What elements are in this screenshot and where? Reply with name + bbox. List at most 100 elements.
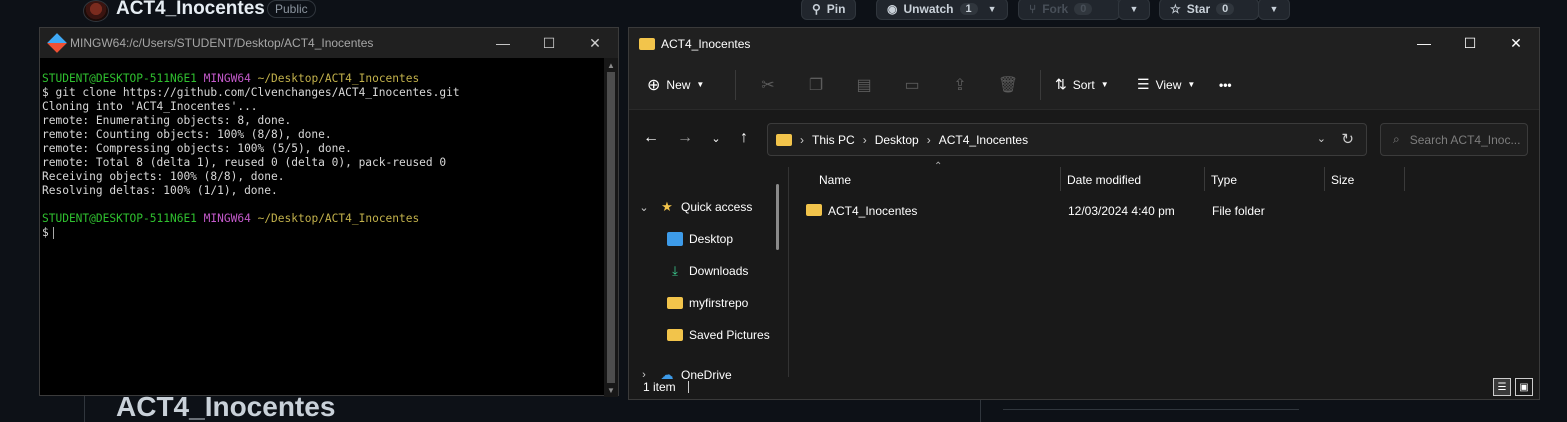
sidebar-item-saved-pictures[interactable]: Saved Pictures — [629, 319, 779, 351]
plus-circle-icon: ⊕ — [647, 76, 661, 94]
sidebar-item-downloads[interactable]: ⤓ Downloads — [629, 255, 779, 287]
maximize-icon: ☐ — [542, 34, 556, 51]
star-button[interactable]: ☆ Star 0 — [1159, 0, 1259, 20]
column-date-modified[interactable]: Date modified — [1067, 173, 1141, 187]
minimize-button[interactable]: — — [480, 28, 526, 58]
minimize-button[interactable]: — — [1401, 28, 1447, 58]
column-divider[interactable] — [1404, 167, 1405, 191]
details-view-button[interactable]: ☰ — [1493, 378, 1511, 396]
close-button[interactable]: ✕ — [1493, 28, 1539, 58]
terminal-window[interactable]: MINGW64:/c/Users/STUDENT/Desktop/ACT4_In… — [39, 27, 619, 397]
forward-button[interactable]: → — [675, 128, 695, 148]
desktop-icon — [667, 232, 683, 246]
scroll-down-icon[interactable]: ▼ — [604, 383, 618, 397]
column-divider[interactable] — [1324, 167, 1325, 191]
input-line[interactable]: $ — [42, 226, 606, 240]
explorer-window[interactable]: ACT4_Inocentes — ☐ ✕ ⊕ New ▼ ✂ ❐ ▤ ▭ ⇪ 🗑… — [628, 27, 1540, 400]
chevron-down-icon: ⌄ — [711, 132, 721, 145]
address-bar[interactable]: › This PC › Desktop › ACT4_Inocentes ⌄ ↻ — [767, 123, 1367, 156]
terminal-title: MINGW64:/c/Users/STUDENT/Desktop/ACT4_In… — [70, 36, 374, 50]
rename-icon: ▭ — [904, 76, 920, 94]
cut-button[interactable]: ✂ — [744, 70, 792, 100]
folder-icon — [667, 329, 683, 341]
paste-button[interactable]: ▤ — [840, 70, 888, 100]
view-button[interactable]: ☰ View ▼ — [1129, 70, 1219, 100]
sidebar-item-label: myfirstrepo — [689, 296, 749, 310]
sidebar-item-quick-access[interactable]: ⌄ ★ Quick access — [629, 191, 779, 223]
unwatch-label: Unwatch — [903, 2, 954, 16]
back-button[interactable]: ← — [641, 128, 661, 148]
folder-icon — [639, 38, 655, 50]
fork-dropdown-button[interactable]: ▼ — [1118, 0, 1150, 20]
scroll-up-icon[interactable]: ▲ — [604, 58, 618, 72]
sidebar-scrollbar[interactable] — [776, 184, 779, 250]
fork-count: 0 — [1074, 3, 1093, 15]
git-icon — [47, 33, 67, 53]
arrow-up-icon: ↑ — [740, 129, 748, 146]
search-placeholder: Search ACT4_Inoc... — [1409, 132, 1521, 147]
maximize-button[interactable]: ☐ — [526, 28, 572, 58]
terminal-titlebar[interactable]: MINGW64:/c/Users/STUDENT/Desktop/ACT4_In… — [40, 28, 618, 58]
up-button[interactable]: ↑ — [734, 128, 754, 148]
sort-ascending-icon: ⌃ — [934, 161, 943, 172]
divider — [980, 400, 981, 422]
see-more-button[interactable]: ••• — [1219, 70, 1249, 100]
divider — [735, 69, 736, 100]
navigation-bar: ← → ⌄ ↑ › This PC › Desktop › ACT4_Inoce… — [629, 111, 1539, 167]
divider — [687, 381, 689, 393]
breadcrumb-current[interactable]: ACT4_Inocentes — [939, 133, 1028, 147]
sidebar-item-desktop[interactable]: Desktop — [629, 223, 779, 255]
new-button[interactable]: ⊕ New ▼ — [647, 70, 727, 100]
output-line: Cloning into 'ACT4_Inocentes'... — [42, 100, 258, 113]
chevron-down-icon[interactable]: ⌄ — [1317, 132, 1326, 145]
column-name[interactable]: Name — [819, 173, 851, 187]
unwatch-button[interactable]: ◉ Unwatch 1 ▼ — [876, 0, 1008, 20]
scroll-thumb[interactable] — [607, 72, 615, 383]
sidebar-item-myfirstrepo[interactable]: myfirstrepo — [629, 287, 779, 319]
rename-button[interactable]: ▭ — [888, 70, 936, 100]
chevron-right-icon[interactable]: › — [863, 133, 867, 147]
tiles-view-button[interactable]: ▣ — [1515, 378, 1533, 396]
fork-button[interactable]: ⑂ Fork 0 — [1018, 0, 1120, 20]
explorer-titlebar[interactable]: ACT4_Inocentes — ☐ ✕ — [629, 28, 1539, 60]
file-row[interactable]: ACT4_Inocentes 12/03/2024 4:40 pm File f… — [797, 198, 1407, 224]
column-divider[interactable] — [1204, 167, 1205, 191]
fork-icon: ⑂ — [1029, 2, 1037, 16]
prompt-line: STUDENT@DESKTOP-511N6E1 MINGW64 ~/Deskto… — [42, 72, 606, 86]
maximize-button[interactable]: ☐ — [1447, 28, 1493, 58]
recent-locations-button[interactable]: ⌄ — [706, 128, 726, 148]
terminal-scrollbar[interactable]: ▲ ▼ — [604, 58, 618, 397]
chevron-down-icon[interactable]: ⌄ — [629, 201, 659, 214]
refresh-icon[interactable]: ↻ — [1341, 130, 1354, 148]
column-size[interactable]: Size — [1331, 173, 1354, 187]
breadcrumb-this-pc[interactable]: This PC — [812, 133, 855, 147]
view-label: View — [1155, 77, 1182, 92]
close-icon: ✕ — [589, 34, 601, 51]
file-type: File folder — [1212, 204, 1265, 218]
star-icon: ★ — [661, 199, 673, 214]
share-button[interactable]: ⇪ — [936, 70, 984, 100]
explorer-command-bar: ⊕ New ▼ ✂ ❐ ▤ ▭ ⇪ 🗑 ⇅ Sort ▼ ☰ View ▼ ••… — [629, 60, 1539, 110]
star-dropdown-button[interactable]: ▼ — [1258, 0, 1290, 20]
prompt-shell: MINGW64 — [203, 212, 251, 225]
search-icon: ⌕ — [1393, 132, 1400, 146]
sort-button[interactable]: ⇅ Sort ▼ — [1049, 70, 1129, 100]
share-icon: ⇪ — [953, 76, 967, 94]
owner-avatar[interactable] — [83, 0, 109, 22]
text-cursor — [52, 227, 54, 239]
close-button[interactable]: ✕ — [572, 28, 618, 58]
column-type[interactable]: Type — [1211, 173, 1237, 187]
pin-button[interactable]: ⚲ Pin — [801, 0, 857, 20]
breadcrumb-desktop[interactable]: Desktop — [875, 133, 919, 147]
search-input[interactable]: ⌕ Search ACT4_Inoc... — [1380, 123, 1528, 156]
sidebar-item-label: Desktop — [689, 232, 734, 246]
chevron-down-icon: ▼ — [1187, 80, 1196, 89]
column-divider[interactable] — [1060, 167, 1061, 191]
chevron-right-icon[interactable]: › — [927, 133, 931, 147]
delete-button[interactable]: 🗑 — [984, 70, 1032, 100]
repo-name[interactable]: ACT4_Inocentes — [116, 0, 265, 20]
copy-button[interactable]: ❐ — [792, 70, 840, 100]
folder-icon — [667, 297, 683, 309]
output-line: Receiving objects: 100% (8/8), done. — [42, 170, 285, 183]
terminal-output[interactable]: STUDENT@DESKTOP-511N6E1 MINGW64 ~/Deskto… — [40, 58, 606, 397]
